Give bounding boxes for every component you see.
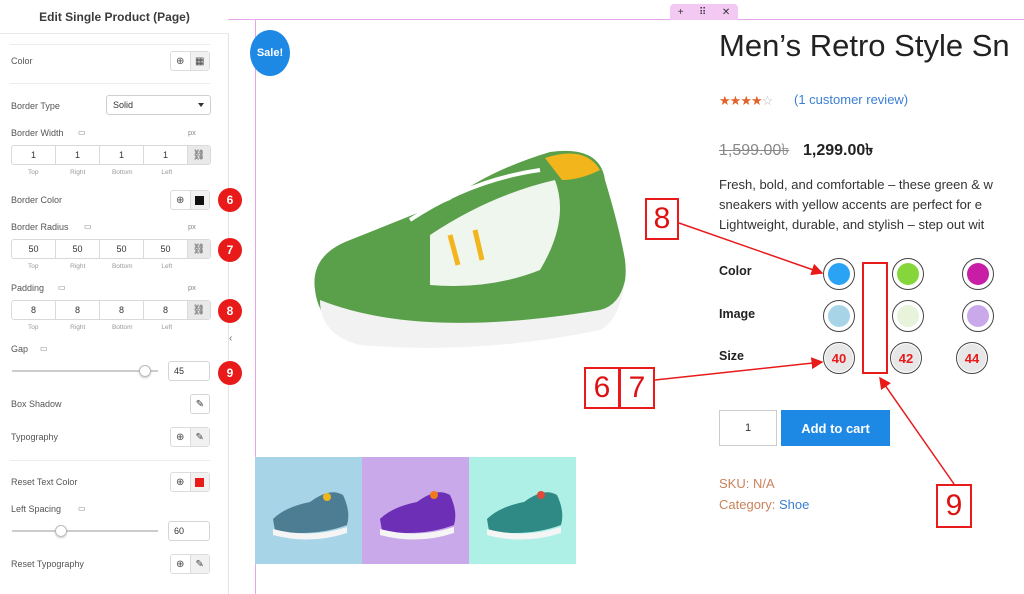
arrow-9 <box>879 376 955 485</box>
annotation-arrows <box>654 222 955 485</box>
editor-screen: Edit Single Product (Page) Color ⊕ ▦ Bor… <box>0 0 1024 594</box>
arrow-8 <box>678 222 824 276</box>
arrow-6-7 <box>654 357 824 381</box>
